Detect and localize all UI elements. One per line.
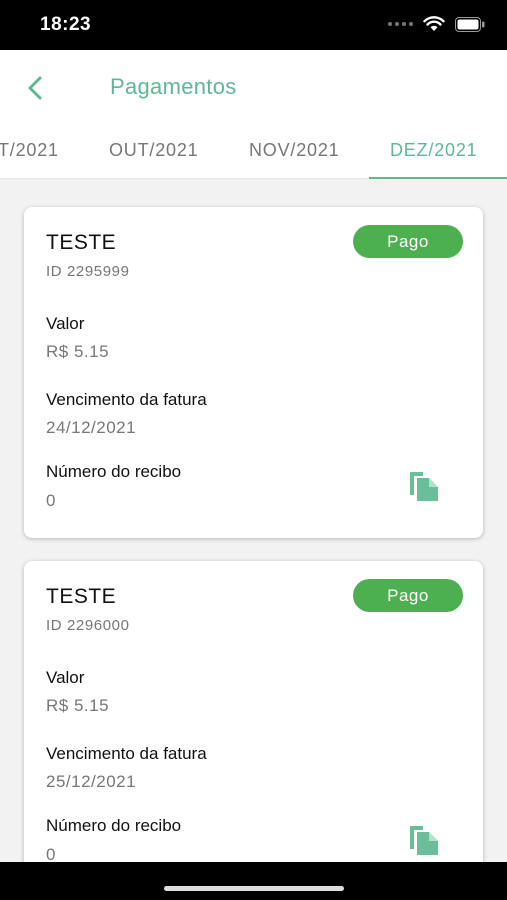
month-tabs: T/2021 OUT/2021 NOV/2021 DEZ/2021 (0, 126, 507, 179)
status-badge: Pago (353, 579, 463, 612)
copy-receipt-button[interactable] (407, 469, 441, 503)
home-area (0, 862, 507, 900)
active-tab-indicator (369, 177, 507, 179)
valor-label: Valor (46, 314, 85, 333)
copy-receipt-button[interactable] (407, 823, 441, 857)
payment-card[interactable]: TESTE ID 2296000 Pago Valor R$ 5.15 Venc… (24, 561, 483, 881)
status-badge: Pago (353, 225, 463, 258)
copy-icon (410, 826, 438, 855)
tab-set-2021[interactable]: T/2021 (0, 140, 59, 161)
vencimento-value: 25/12/2021 (46, 772, 137, 791)
back-button[interactable] (22, 72, 50, 104)
copy-icon (410, 472, 438, 501)
home-indicator[interactable] (164, 886, 344, 891)
status-time: 18:23 (40, 14, 92, 35)
nav-bar: Pagamentos (0, 50, 507, 126)
valor-label: Valor (46, 668, 85, 687)
payment-title: TESTE (46, 231, 117, 254)
status-bar: 18:23 (0, 0, 507, 50)
page-title: Pagamentos (110, 74, 237, 99)
vencimento-value: 24/12/2021 (46, 418, 137, 437)
wifi-icon (423, 16, 445, 31)
vencimento-label: Vencimento da fatura (46, 390, 207, 409)
battery-icon (455, 16, 485, 32)
payment-title: TESTE (46, 585, 117, 608)
recibo-label: Número do recibo (46, 462, 182, 481)
valor-value: R$ 5.15 (46, 342, 110, 361)
status-icons (388, 16, 485, 32)
payment-card[interactable]: TESTE ID 2295999 Pago Valor R$ 5.15 Venc… (24, 207, 483, 538)
valor-value: R$ 5.15 (46, 696, 110, 715)
chevron-left-icon (28, 76, 42, 100)
tab-nov-2021[interactable]: NOV/2021 (249, 140, 339, 161)
tab-dez-2021[interactable]: DEZ/2021 (390, 140, 477, 161)
tab-out-2021[interactable]: OUT/2021 (109, 140, 198, 161)
vencimento-label: Vencimento da fatura (46, 744, 207, 763)
recibo-label: Número do recibo (46, 816, 182, 835)
payment-id: ID 2296000 (46, 617, 130, 634)
payment-id: ID 2295999 (46, 263, 130, 280)
signal-icon (388, 22, 413, 26)
recibo-value: 0 (46, 491, 56, 510)
